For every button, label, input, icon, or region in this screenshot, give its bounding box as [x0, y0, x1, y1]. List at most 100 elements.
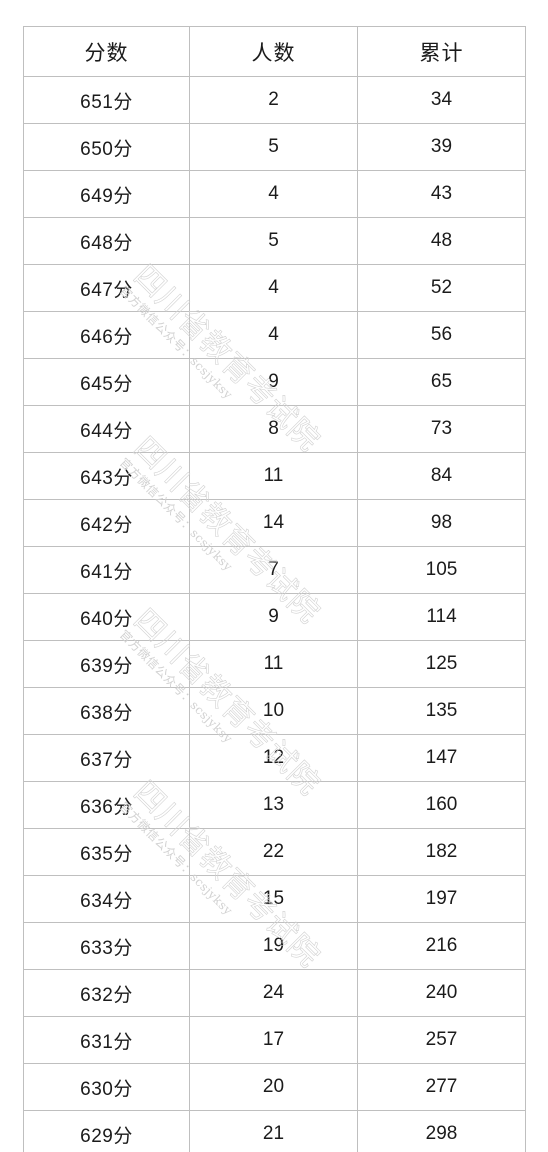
cell-score: 641分 [23, 546, 190, 594]
score-distribution-table-container: 分数 人数 累计 651分 2 34 650分 5 39 649分 4 43 648分 5 48 647… [23, 26, 526, 1152]
cell-score: 635分 [23, 828, 190, 876]
cell-score: 644分 [23, 405, 190, 453]
cell-score: 645分 [23, 358, 190, 406]
cell-cumulative: 98 [357, 499, 526, 547]
cell-cumulative: 257 [357, 1016, 526, 1064]
cell-cumulative: 84 [357, 452, 526, 500]
cell-count: 15 [189, 875, 358, 923]
table-row: 629分 21 298 [23, 1110, 526, 1152]
cell-count: 5 [189, 217, 358, 265]
table-row: 646分 4 56 [23, 311, 526, 359]
cell-score: 648分 [23, 217, 190, 265]
table-row: 638分 10 135 [23, 687, 526, 735]
cell-count: 10 [189, 687, 358, 735]
table-row: 648分 5 48 [23, 217, 526, 265]
cell-count: 9 [189, 358, 358, 406]
cell-score: 647分 [23, 264, 190, 312]
cell-count: 12 [189, 734, 358, 782]
table-row: 632分 24 240 [23, 969, 526, 1017]
table-row: 641分 7 105 [23, 546, 526, 594]
column-header-count: 人数 [189, 26, 358, 77]
cell-score: 640分 [23, 593, 190, 641]
cell-cumulative: 43 [357, 170, 526, 218]
cell-cumulative: 135 [357, 687, 526, 735]
cell-count: 24 [189, 969, 358, 1017]
cell-score: 651分 [23, 76, 190, 124]
cell-count: 9 [189, 593, 358, 641]
column-header-score: 分数 [23, 26, 190, 77]
cell-cumulative: 73 [357, 405, 526, 453]
table-row: 636分 13 160 [23, 781, 526, 829]
cell-score: 649分 [23, 170, 190, 218]
table-body: 651分 2 34 650分 5 39 649分 4 43 648分 5 48 647分 4 52 646分 4… [23, 76, 526, 1152]
cell-cumulative: 240 [357, 969, 526, 1017]
cell-cumulative: 197 [357, 875, 526, 923]
cell-count: 7 [189, 546, 358, 594]
cell-score: 631分 [23, 1016, 190, 1064]
table-row: 642分 14 98 [23, 499, 526, 547]
cell-cumulative: 182 [357, 828, 526, 876]
page-root: 四川省教育考试院 官方微信公众号：scsjyksy 四川省教育考试院 官方微信公众号：… [0, 0, 548, 1152]
column-header-cumulative: 累计 [357, 26, 526, 77]
cell-count: 14 [189, 499, 358, 547]
cell-score: 646分 [23, 311, 190, 359]
table-row: 631分 17 257 [23, 1016, 526, 1064]
cell-count: 20 [189, 1063, 358, 1111]
cell-score: 632分 [23, 969, 190, 1017]
cell-score: 630分 [23, 1063, 190, 1111]
cell-count: 2 [189, 76, 358, 124]
cell-score: 638分 [23, 687, 190, 735]
table-row: 645分 9 65 [23, 358, 526, 406]
table-row: 651分 2 34 [23, 76, 526, 124]
cell-cumulative: 56 [357, 311, 526, 359]
cell-cumulative: 48 [357, 217, 526, 265]
cell-count: 11 [189, 640, 358, 688]
score-distribution-table: 分数 人数 累计 651分 2 34 650分 5 39 649分 4 43 648分 5 48 647… [23, 26, 526, 1152]
table-row: 644分 8 73 [23, 405, 526, 453]
cell-score: 642分 [23, 499, 190, 547]
cell-cumulative: 52 [357, 264, 526, 312]
cell-count: 4 [189, 170, 358, 218]
cell-cumulative: 105 [357, 546, 526, 594]
cell-count: 21 [189, 1110, 358, 1152]
cell-score: 629分 [23, 1110, 190, 1152]
table-row: 643分 11 84 [23, 452, 526, 500]
cell-cumulative: 125 [357, 640, 526, 688]
table-row: 649分 4 43 [23, 170, 526, 218]
cell-cumulative: 147 [357, 734, 526, 782]
cell-count: 13 [189, 781, 358, 829]
table-row: 634分 15 197 [23, 875, 526, 923]
cell-cumulative: 39 [357, 123, 526, 171]
cell-score: 634分 [23, 875, 190, 923]
table-row: 647分 4 52 [23, 264, 526, 312]
cell-score: 633分 [23, 922, 190, 970]
table-row: 633分 19 216 [23, 922, 526, 970]
cell-count: 17 [189, 1016, 358, 1064]
cell-count: 4 [189, 311, 358, 359]
cell-score: 636分 [23, 781, 190, 829]
cell-count: 5 [189, 123, 358, 171]
cell-cumulative: 65 [357, 358, 526, 406]
cell-score: 650分 [23, 123, 190, 171]
table-header-row: 分数 人数 累计 [23, 26, 526, 77]
cell-count: 11 [189, 452, 358, 500]
cell-count: 8 [189, 405, 358, 453]
table-row: 637分 12 147 [23, 734, 526, 782]
cell-cumulative: 298 [357, 1110, 526, 1152]
cell-score: 637分 [23, 734, 190, 782]
cell-score: 639分 [23, 640, 190, 688]
table-header: 分数 人数 累计 [23, 26, 526, 77]
cell-count: 22 [189, 828, 358, 876]
table-row: 650分 5 39 [23, 123, 526, 171]
table-row: 639分 11 125 [23, 640, 526, 688]
cell-count: 4 [189, 264, 358, 312]
cell-count: 19 [189, 922, 358, 970]
table-row: 635分 22 182 [23, 828, 526, 876]
cell-cumulative: 160 [357, 781, 526, 829]
cell-cumulative: 277 [357, 1063, 526, 1111]
cell-cumulative: 216 [357, 922, 526, 970]
table-row: 640分 9 114 [23, 593, 526, 641]
cell-cumulative: 34 [357, 76, 526, 124]
table-row: 630分 20 277 [23, 1063, 526, 1111]
cell-score: 643分 [23, 452, 190, 500]
